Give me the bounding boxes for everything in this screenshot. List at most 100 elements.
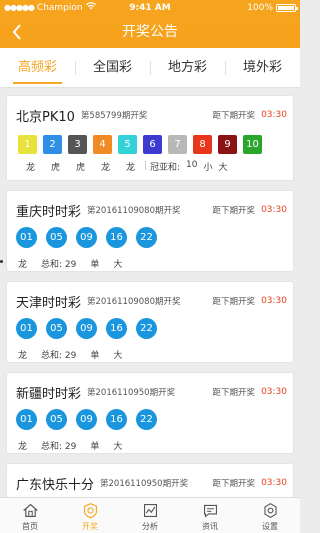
number-ball: 22 [136, 227, 157, 248]
attr-value: 虎 [50, 163, 60, 173]
tabbar-label: 设置 [262, 522, 278, 531]
result-numbers: 01 05 09 16 22 [16, 318, 157, 339]
attr-value: 单 [90, 351, 100, 361]
number-ball: 09 [76, 227, 97, 248]
size-value: 小 [203, 163, 213, 173]
issue-number: 第20161109080期开奖 [87, 206, 181, 216]
back-button[interactable] [6, 20, 28, 44]
number-ball: 05 [46, 227, 67, 248]
tabbar-label: 分析 [142, 522, 158, 531]
tabbar-analysis[interactable]: 分析 [120, 498, 180, 533]
card-header: 北京PK10 第585799期开奖 距下期开奖 03:30 [16, 106, 287, 125]
result-attributes: 龙 总和: 29 单 大 [18, 257, 122, 270]
sum-attributes: 冠亚和: 10 小 大 [150, 160, 228, 173]
lottery-name: 广东快乐十分 [16, 477, 95, 493]
bottom-tab-bar: 首页 开奖 分析 资讯 设置 [0, 497, 300, 533]
category-tabs: 高频彩 全国彩 地方彩 境外彩 [0, 48, 300, 88]
next-draw-label: 距下期开奖 [212, 479, 256, 489]
number-ball: 01 [16, 409, 37, 430]
countdown-timer: 03:30 [261, 205, 287, 215]
result-numbers: 01 05 09 16 22 [16, 409, 157, 430]
attr-value: 龙 [18, 351, 28, 361]
countdown-timer: 03:30 [261, 110, 287, 120]
lottery-list[interactable]: 北京PK10 第585799期开奖 距下期开奖 03:30 1 2 3 4 5 … [0, 88, 300, 497]
page-title: 开奖公告 [122, 24, 178, 40]
attr-value: 龙 [100, 163, 110, 173]
tab-national[interactable]: 全国彩 [75, 48, 150, 87]
card-header: 重庆时时彩 第20161109080期开奖 距下期开奖 03:30 [16, 201, 287, 220]
divider [145, 161, 146, 170]
number-ball: 01 [16, 318, 37, 339]
lottery-name: 新疆时时彩 [16, 386, 82, 402]
lottery-name: 天津时时彩 [16, 295, 82, 311]
sum-value: 总和: 29 [41, 351, 77, 361]
attr-value: 龙 [18, 260, 28, 270]
result-attributes: 龙 总和: 29 单 大 [18, 348, 122, 361]
lottery-card-gdklsf[interactable]: 广东快乐十分 第2016110950期开奖 距下期开奖 03:30 [6, 463, 294, 497]
size-value: 大 [218, 163, 228, 173]
tabbar-label: 开奖 [82, 522, 98, 531]
result-numbers: 01 05 09 16 22 [16, 227, 157, 248]
number-ball: 16 [106, 227, 127, 248]
number-ball: 16 [106, 409, 127, 430]
chevron-left-icon [12, 24, 21, 40]
news-icon [203, 504, 217, 518]
sum-label: 冠亚和: [150, 163, 181, 173]
settings-icon [263, 503, 277, 518]
countdown-timer: 03:30 [261, 478, 287, 488]
number-ball: 01 [16, 227, 37, 248]
next-draw-label: 距下期开奖 [212, 206, 256, 216]
status-bar: ●●●●● Champion 9:41 AM 100% [0, 0, 300, 16]
number-square: 1 [18, 135, 37, 154]
number-ball: 22 [136, 318, 157, 339]
issue-number: 第2016110950期开奖 [100, 479, 189, 489]
scroll-indicator [0, 260, 3, 263]
attr-value: 龙 [25, 163, 35, 173]
lottery-card-bjpk10[interactable]: 北京PK10 第585799期开奖 距下期开奖 03:30 1 2 3 4 5 … [6, 95, 294, 181]
card-header: 广东快乐十分 第2016110950期开奖 距下期开奖 03:30 [16, 474, 287, 493]
lottery-name: 北京PK10 [16, 109, 75, 125]
lottery-card-tjssc[interactable]: 天津时时彩 第20161109080期开奖 距下期开奖 03:30 01 05 … [6, 281, 294, 363]
result-attributes: 龙 总和: 29 单 大 [18, 439, 122, 452]
issue-number: 第585799期开奖 [80, 111, 148, 121]
result-numbers: 1 2 3 4 5 6 7 8 9 10 [18, 135, 262, 154]
attr-value: 龙 [125, 163, 135, 173]
countdown-timer: 03:30 [261, 296, 287, 306]
next-draw-label: 距下期开奖 [212, 388, 256, 398]
lottery-card-xjssc[interactable]: 新疆时时彩 第2016110950期开奖 距下期开奖 03:30 01 05 0… [6, 372, 294, 454]
lottery-name: 重庆时时彩 [16, 204, 82, 220]
tabbar-lottery[interactable]: 开奖 [60, 498, 120, 533]
battery-percent: 100% [247, 3, 273, 13]
home-icon [22, 503, 38, 518]
attr-value: 大 [113, 351, 123, 361]
top-bar: ●●●●● Champion 9:41 AM 100% 开奖公告 [0, 0, 300, 48]
card-header: 新疆时时彩 第2016110950期开奖 距下期开奖 03:30 [16, 383, 287, 402]
number-ball: 22 [136, 409, 157, 430]
battery-icon [276, 4, 298, 12]
number-ball: 05 [46, 409, 67, 430]
attr-value: 单 [90, 442, 100, 452]
tab-local[interactable]: 地方彩 [150, 48, 225, 87]
tabbar-settings[interactable]: 设置 [240, 498, 300, 533]
lottery-card-cqssc[interactable]: 重庆时时彩 第20161109080期开奖 距下期开奖 03:30 01 05 … [6, 190, 294, 272]
card-header: 天津时时彩 第20161109080期开奖 距下期开奖 03:30 [16, 292, 287, 311]
number-ball: 09 [76, 409, 97, 430]
number-square: 9 [218, 135, 237, 154]
number-square: 7 [168, 135, 187, 154]
chart-icon [143, 503, 157, 518]
attr-value: 单 [90, 260, 100, 270]
tab-overseas[interactable]: 境外彩 [225, 48, 300, 87]
sum-value: 总和: 29 [41, 260, 77, 270]
attr-value: 大 [113, 260, 123, 270]
tabbar-home[interactable]: 首页 [0, 498, 60, 533]
nav-bar: 开奖公告 [0, 16, 300, 48]
number-square: 5 [118, 135, 137, 154]
attr-value: 虎 [75, 163, 85, 173]
tabbar-label: 首页 [22, 522, 38, 531]
number-square: 4 [93, 135, 112, 154]
tabbar-news[interactable]: 资讯 [180, 498, 240, 533]
number-ball: 05 [46, 318, 67, 339]
tab-high-frequency[interactable]: 高频彩 [0, 48, 75, 87]
issue-number: 第20161109080期开奖 [87, 297, 181, 307]
attr-value: 龙 [18, 442, 28, 452]
